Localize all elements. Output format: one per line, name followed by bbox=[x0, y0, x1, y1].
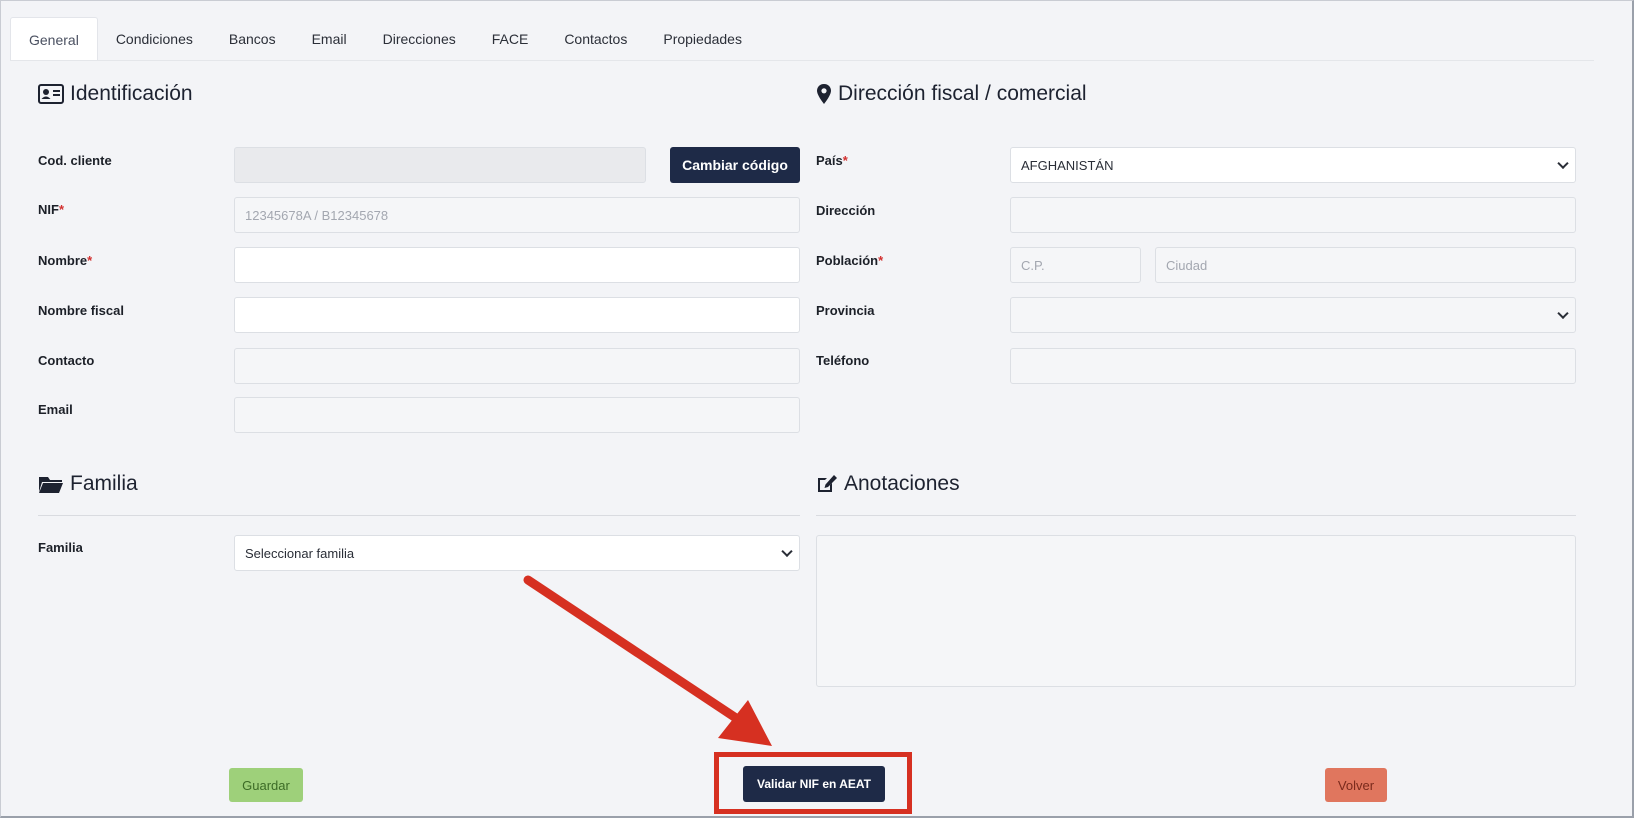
annotation-arrow-icon bbox=[523, 575, 772, 746]
